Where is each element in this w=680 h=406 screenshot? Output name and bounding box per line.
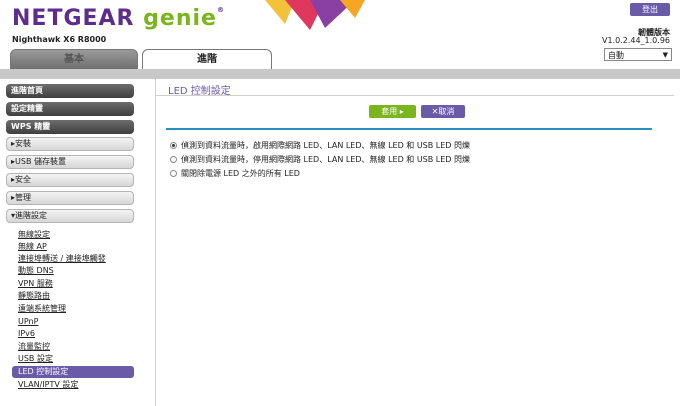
model-name: Nighthawk X6 R8000 <box>12 35 107 44</box>
chevron-down-icon: ▼ <box>662 51 668 59</box>
section-divider <box>166 128 652 130</box>
tab-advanced[interactable]: 進階 <box>142 49 272 69</box>
sidebar-advanced-home[interactable]: 進階首頁 <box>6 84 134 98</box>
led-option-label: 偵測到資料流量時，啟用網際網路 LED、LAN LED、無線 LED 和 USB… <box>181 141 471 150</box>
cancel-button[interactable]: ✕取消 <box>421 105 465 118</box>
language-value: 自動 <box>608 51 624 60</box>
sidebar-item-remote-management[interactable]: 遠端系統管理 <box>18 303 66 314</box>
main-panel: LED 控制設定 套用 ▸ ✕取消 偵測到資料流量時，啟用網際網路 LED、LA… <box>155 79 674 406</box>
header-decoration-icon <box>265 0 365 30</box>
led-option-blink-enable[interactable]: 偵測到資料流量時，啟用網際網路 LED、LAN LED、無線 LED 和 USB… <box>170 140 470 151</box>
sidebar-section-setup[interactable]: ▸安裝 <box>6 137 134 151</box>
sidebar-item-usb-settings[interactable]: USB 設定 <box>18 353 53 364</box>
sidebar-item-vlan-iptv[interactable]: VLAN/IPTV 設定 <box>18 379 78 390</box>
led-option-all-off[interactable]: 關閉除電源 LED 之外的所有 LED <box>170 168 300 179</box>
sidebar-item-vpn-service[interactable]: VPN 服務 <box>18 278 53 289</box>
sidebar: 進階首頁 設定精靈 WPS 精靈 ▸安裝 ▸USB 儲存裝置 ▸安全 ▸管理 ▾… <box>0 79 146 406</box>
apply-button[interactable]: 套用 ▸ <box>369 105 416 118</box>
language-select[interactable]: 自動 ▼ <box>604 48 672 61</box>
firmware-version: V1.0.2.44_1.0.96 <box>602 36 670 45</box>
tab-bar <box>0 69 680 79</box>
radio-selected-icon[interactable] <box>170 142 177 149</box>
sidebar-item-led-control[interactable]: LED 控制設定 <box>12 366 134 378</box>
led-option-label: 偵測到資料流量時，停用網際網路 LED、LAN LED、無線 LED 和 USB… <box>181 155 471 164</box>
title-divider <box>156 95 674 96</box>
sidebar-item-port-forwarding[interactable]: 連接埠轉送 / 連接埠觸發 <box>18 253 106 264</box>
sidebar-wps-wizard[interactable]: WPS 精靈 <box>6 120 134 134</box>
header: NETGEAR genie® Nighthawk X6 R8000 登出 韌體版… <box>0 0 680 70</box>
sidebar-setup-wizard[interactable]: 設定精靈 <box>6 102 134 116</box>
sidebar-section-security[interactable]: ▸安全 <box>6 173 134 187</box>
sidebar-item-wireless-ap[interactable]: 無線 AP <box>18 241 47 252</box>
tab-basic[interactable]: 基本 <box>10 49 138 69</box>
radio-icon[interactable] <box>170 170 177 177</box>
logo-genie: genie <box>143 6 217 31</box>
logout-button[interactable]: 登出 <box>630 3 670 16</box>
led-option-label: 關閉除電源 LED 之外的所有 LED <box>181 169 300 178</box>
sidebar-item-wireless-settings[interactable]: 無線設定 <box>18 229 50 240</box>
logo-netgear: NETGEAR <box>12 6 135 31</box>
logo-trademark: ® <box>216 6 225 14</box>
sidebar-section-advanced-setup[interactable]: ▾進階設定 <box>6 209 134 223</box>
sidebar-item-ipv6[interactable]: IPv6 <box>18 328 35 339</box>
sidebar-item-dynamic-dns[interactable]: 動態 DNS <box>18 265 54 276</box>
sidebar-item-static-routes[interactable]: 靜態路由 <box>18 290 50 301</box>
sidebar-item-upnp[interactable]: UPnP <box>18 316 38 327</box>
led-option-blink-disable[interactable]: 偵測到資料流量時，停用網際網路 LED、LAN LED、無線 LED 和 USB… <box>170 154 470 165</box>
radio-icon[interactable] <box>170 156 177 163</box>
sidebar-item-traffic-meter[interactable]: 流量監控 <box>18 341 50 352</box>
sidebar-section-usb-storage[interactable]: ▸USB 儲存裝置 <box>6 155 134 169</box>
netgear-genie-logo: NETGEAR genie® <box>12 6 225 31</box>
sidebar-section-administration[interactable]: ▸管理 <box>6 191 134 205</box>
